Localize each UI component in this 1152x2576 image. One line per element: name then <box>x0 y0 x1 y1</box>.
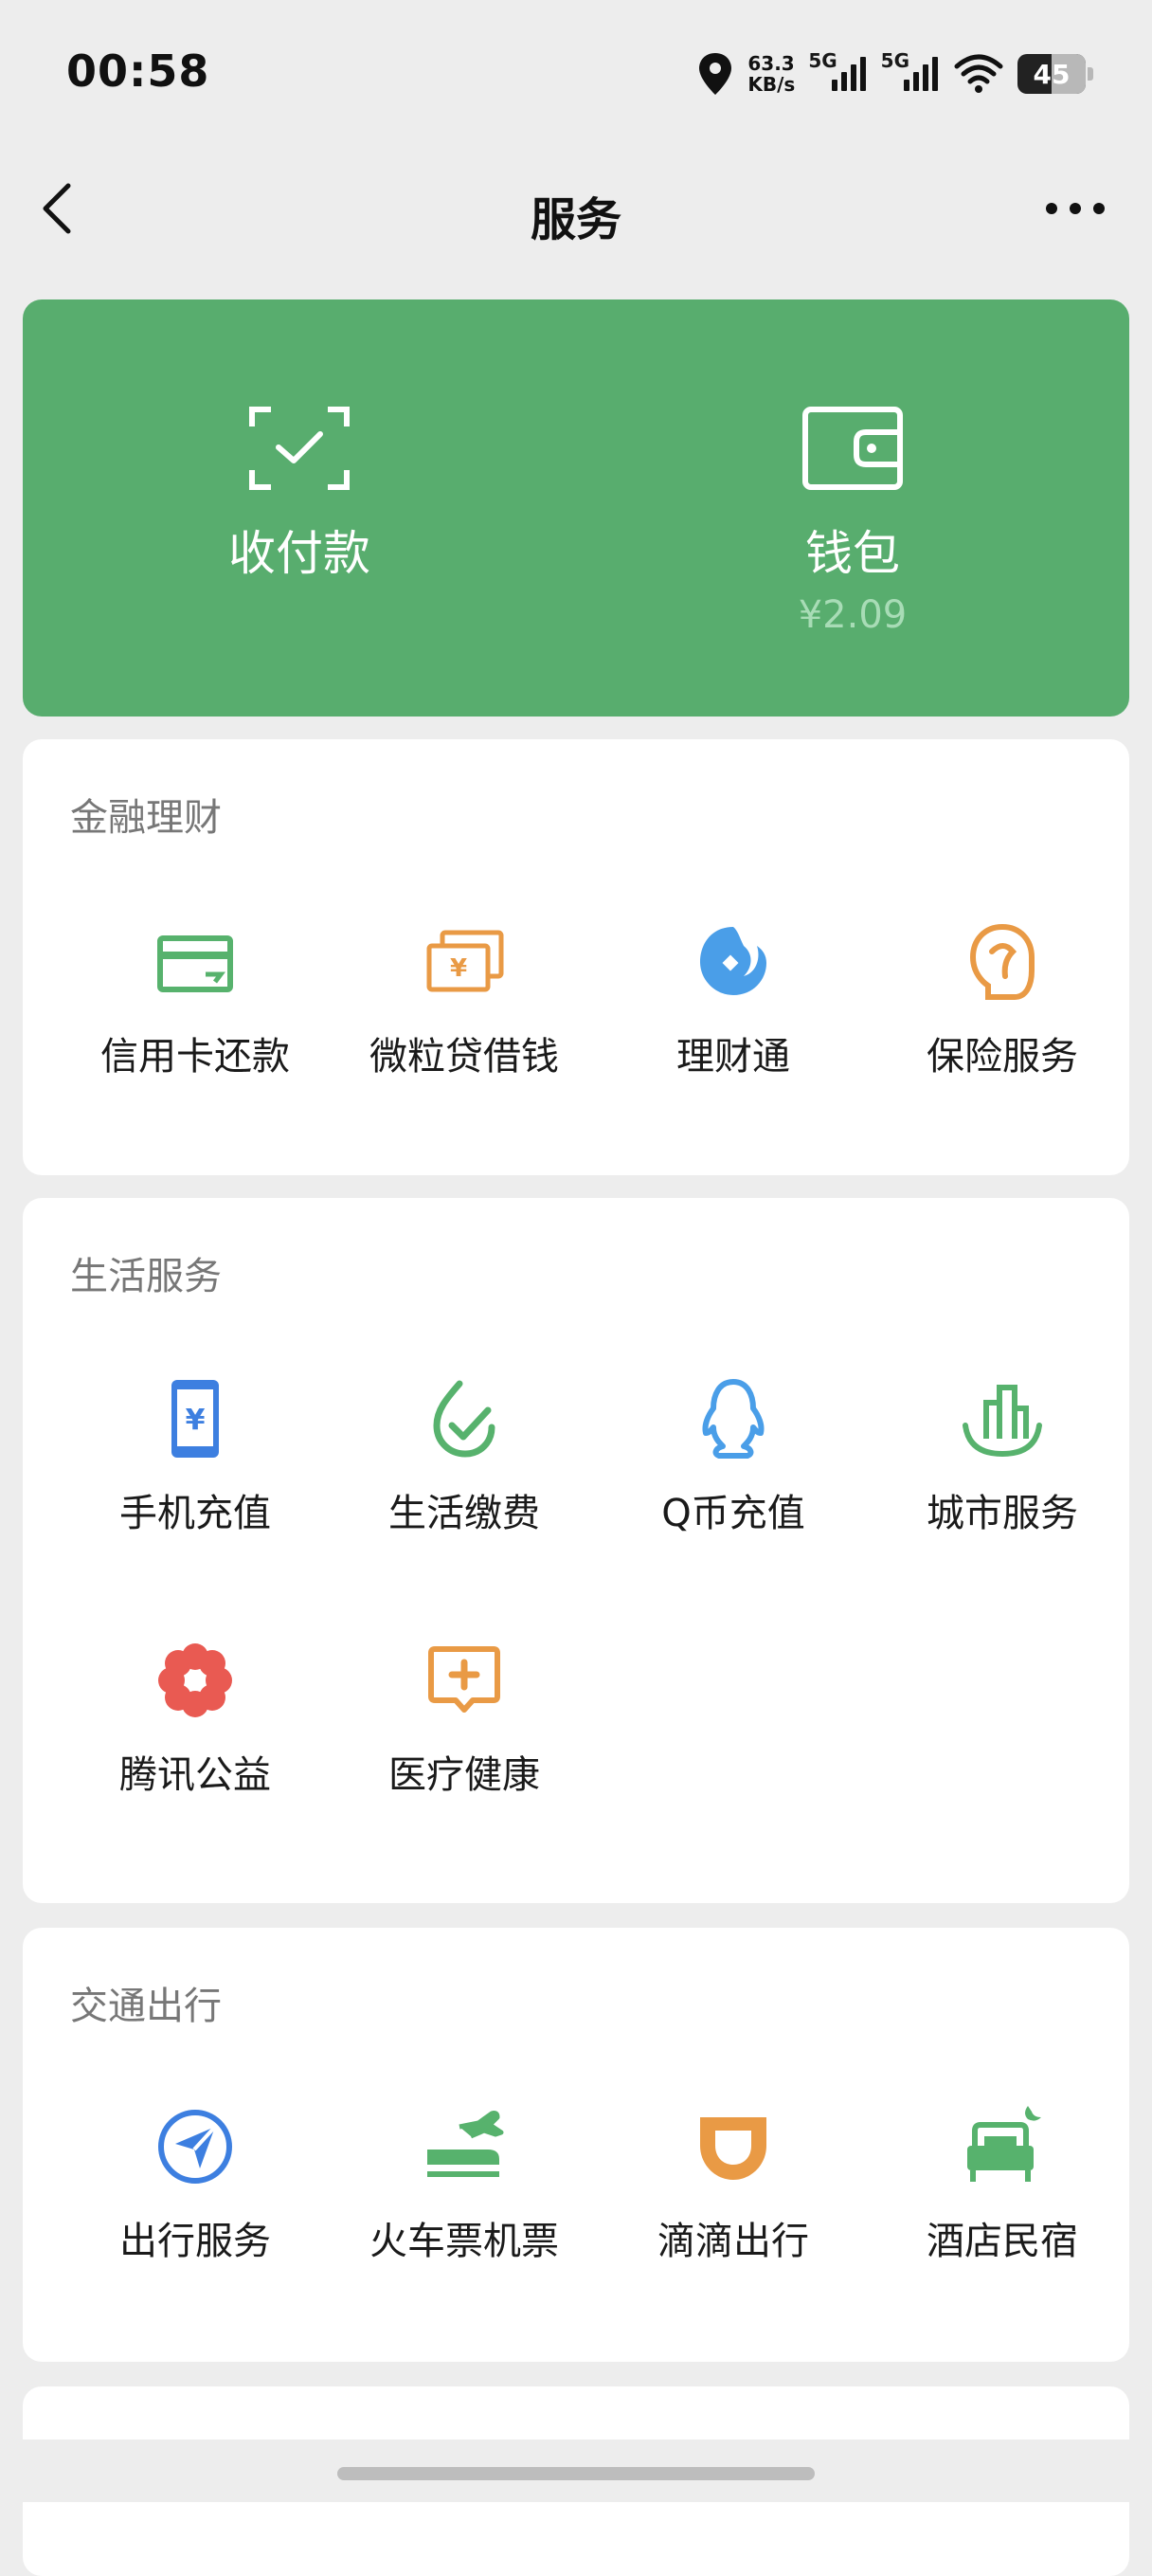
grid-item-label: 出行服务 <box>119 2220 271 2263</box>
status-bar: 00:58 63.3 KB/s 5G 5G 45 <box>0 0 1152 142</box>
wallet-icon <box>802 407 903 490</box>
credit-card-repay-button[interactable]: 信用卡还款 <box>61 919 330 1109</box>
grid-item-label: 微粒贷借钱 <box>369 1035 559 1079</box>
network-speed-value: 63.3 <box>747 52 795 75</box>
navigation-icon <box>158 2110 232 2184</box>
travel-service-button[interactable]: 出行服务 <box>61 2104 330 2294</box>
loan-button[interactable]: ¥ 微粒贷借钱 <box>330 919 599 1109</box>
grid-item-label: 医疗健康 <box>388 1753 540 1797</box>
hotel-bed-icon <box>967 2106 1041 2182</box>
didi-button[interactable]: 滴滴出行 <box>599 2104 868 2294</box>
wallet-button[interactable]: 钱包 ¥2.09 <box>576 299 1129 717</box>
battery-icon: 45 <box>1017 54 1093 94</box>
pay-receive-label: 收付款 <box>228 526 370 581</box>
grid-item-label: 手机充值 <box>119 1492 271 1535</box>
signal-1-label: 5G <box>808 49 837 72</box>
battery-level: 45 <box>1033 58 1071 90</box>
grid-item-label: 酒店民宿 <box>927 2220 1078 2263</box>
finance-section: 金融理财 信用卡还款 ¥ 微粒贷借钱 理财通 保险服务 <box>23 739 1129 1175</box>
wifi-icon <box>954 54 1003 93</box>
insurance-icon <box>969 923 1035 1000</box>
phone-recharge-icon: ¥ <box>171 1380 219 1458</box>
charity-flower-icon <box>158 1643 232 1717</box>
hotel-button[interactable]: 酒店民宿 <box>868 2104 1137 2294</box>
life-services-section: 生活服务 ¥ 手机充值 生活缴费 Q币充值 城市服务 腾讯公益 医疗健康 <box>23 1198 1129 1903</box>
svg-text:¥: ¥ <box>186 1404 206 1437</box>
payment-wallet-card: 收付款 钱包 ¥2.09 <box>23 299 1129 717</box>
status-time: 00:58 <box>66 45 210 97</box>
home-indicator[interactable] <box>337 2467 815 2480</box>
insurance-button[interactable]: 保险服务 <box>868 919 1137 1109</box>
grid-item-label: 理财通 <box>676 1035 790 1079</box>
city-service-icon <box>963 1385 1042 1458</box>
signal-2-label: 5G <box>880 49 909 72</box>
section-title: 金融理财 <box>70 796 222 840</box>
q-coin-button[interactable]: Q币充值 <box>599 1376 868 1566</box>
location-icon <box>699 53 732 95</box>
grid-item-label: 腾讯公益 <box>119 1753 271 1797</box>
city-service-button[interactable]: 城市服务 <box>868 1376 1137 1566</box>
section-title: 生活服务 <box>70 1255 222 1298</box>
grid-item-label: 生活缴费 <box>388 1492 540 1535</box>
status-icons: 63.3 KB/s 5G 5G 45 <box>696 47 1093 100</box>
grid-item-label: 保险服务 <box>927 1035 1078 1079</box>
signal-2: 5G <box>881 49 940 93</box>
signal-1: 5G <box>808 49 867 93</box>
didi-icon <box>700 2117 766 2180</box>
grid-item-label: Q币充值 <box>661 1492 805 1535</box>
wallet-label: 钱包 <box>805 526 900 581</box>
page-title: 服务 <box>530 193 621 246</box>
section-title: 交通出行 <box>70 1985 222 2028</box>
grid-item-label: 城市服务 <box>927 1492 1078 1535</box>
utility-payment-button[interactable]: 生活缴费 <box>330 1376 599 1566</box>
wealth-icon <box>700 927 766 995</box>
train-plane-ticket-button[interactable]: 火车票机票 <box>330 2104 599 2294</box>
nav-bar: 服务 <box>0 161 1152 256</box>
wealth-button[interactable]: 理财通 <box>599 919 868 1109</box>
travel-section: 交通出行 出行服务 火车票机票 滴滴出行 酒店民宿 <box>23 1928 1129 2362</box>
medical-icon <box>428 1646 500 1713</box>
grid-item-label: 滴滴出行 <box>657 2220 809 2263</box>
more-options-icon[interactable] <box>1046 190 1105 227</box>
grid-item-label: 火车票机票 <box>369 2220 559 2263</box>
phone-recharge-button[interactable]: ¥ 手机充值 <box>61 1376 330 1566</box>
utility-payment-icon <box>433 1380 495 1458</box>
train-plane-icon <box>427 2111 504 2177</box>
wallet-balance: ¥2.09 <box>798 593 908 637</box>
grid-item-label: 信用卡还款 <box>100 1035 290 1079</box>
network-speed: 63.3 KB/s <box>747 53 795 95</box>
svg-text:¥: ¥ <box>450 954 467 983</box>
loan-cards-icon: ¥ <box>426 930 504 992</box>
scan-check-icon <box>249 407 350 490</box>
medical-health-button[interactable]: 医疗健康 <box>330 1638 599 1827</box>
qq-penguin-icon <box>702 1379 765 1459</box>
credit-card-icon <box>157 935 233 992</box>
network-speed-unit: KB/s <box>747 73 796 96</box>
pay-receive-button[interactable]: 收付款 <box>23 299 576 717</box>
tencent-charity-button[interactable]: 腾讯公益 <box>61 1638 330 1827</box>
